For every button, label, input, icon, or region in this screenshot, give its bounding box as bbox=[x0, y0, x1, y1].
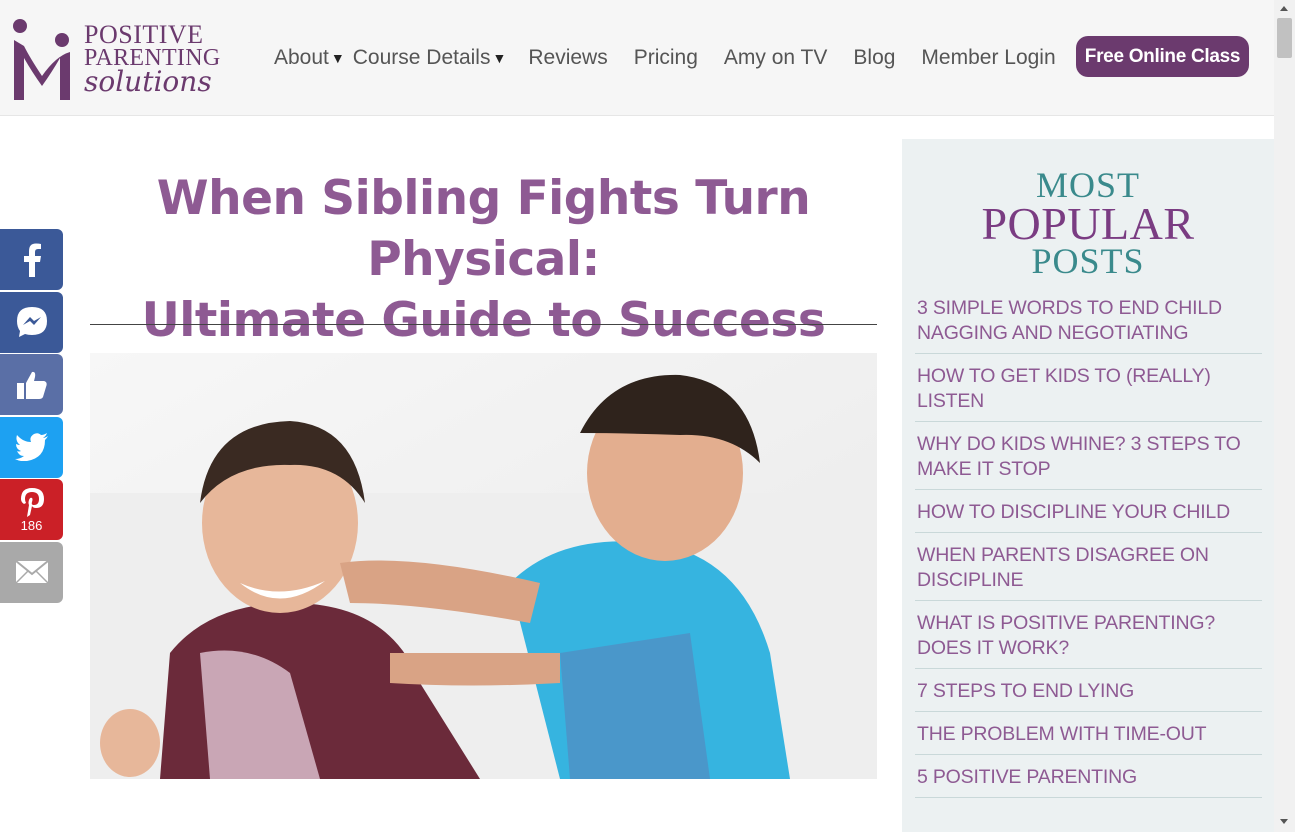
site-header: POSITIVE PARENTING solutions About ▼ Cou… bbox=[0, 0, 1274, 116]
scroll-up-arrow-icon[interactable] bbox=[1280, 6, 1288, 11]
hero-photo-illustration bbox=[90, 353, 877, 779]
post-title: HOW TO DISCIPLINE YOUR CHILD bbox=[917, 501, 1230, 523]
pinterest-icon bbox=[20, 487, 44, 517]
popular-post-link[interactable]: WHY DO KIDS WHINE? 3 STEPS TO MAKE IT ST… bbox=[915, 431, 1262, 490]
post-title: WHEN PARENTS DISAGREE ON DISCIPLINE bbox=[917, 544, 1209, 591]
post-title: HOW TO GET KIDS TO (REALLY) LISTEN bbox=[917, 365, 1211, 412]
article-hero-image bbox=[90, 353, 877, 779]
post-title: THE PROBLEM WITH TIME-OUT bbox=[917, 723, 1207, 745]
title-divider bbox=[90, 324, 877, 325]
popular-post-link[interactable]: WHEN PARENTS DISAGREE ON DISCIPLINE bbox=[915, 542, 1262, 601]
post-title: 3 SIMPLE WORDS TO END CHILD NAGGING AND … bbox=[917, 297, 1222, 344]
nav-label: Course Details bbox=[352, 46, 491, 69]
post-title: 7 STEPS TO END LYING bbox=[917, 680, 1135, 702]
thumbs-up-icon bbox=[16, 371, 47, 399]
article-body-start bbox=[90, 822, 877, 832]
nav-label: Reviews bbox=[528, 46, 608, 69]
heading-line-posts: POSTS bbox=[1031, 241, 1145, 281]
social-share-rail: 186 bbox=[0, 229, 63, 604]
most-popular-posts-heading: MOST POPULAR POSTS bbox=[902, 167, 1274, 279]
site-logo[interactable]: POSITIVE PARENTING solutions bbox=[10, 16, 220, 104]
popular-post-link[interactable]: WHAT IS POSITIVE PARENTING? DOES IT WORK… bbox=[915, 610, 1262, 669]
popular-posts-list: 3 SIMPLE WORDS TO END CHILD NAGGING AND … bbox=[915, 295, 1262, 807]
post-title: WHY DO KIDS WHINE? 3 STEPS TO MAKE IT ST… bbox=[917, 433, 1241, 480]
scroll-thumb[interactable] bbox=[1277, 18, 1292, 58]
nav-item-reviews[interactable]: Reviews bbox=[528, 46, 607, 70]
page: POSITIVE PARENTING solutions About ▼ Cou… bbox=[0, 0, 1295, 832]
nav-label: Amy on TV bbox=[723, 46, 828, 69]
sidebar-popular-posts: MOST POPULAR POSTS 3 SIMPLE WORDS TO END… bbox=[902, 139, 1274, 832]
free-online-class-button[interactable]: Free Online Class bbox=[1076, 36, 1249, 77]
popular-post-link[interactable]: 3 SIMPLE WORDS TO END CHILD NAGGING AND … bbox=[915, 295, 1262, 354]
like-button[interactable] bbox=[0, 354, 63, 415]
messenger-share-button[interactable] bbox=[0, 291, 63, 353]
pinterest-share-count: 186 bbox=[20, 517, 43, 533]
nav-item-blog[interactable]: Blog bbox=[853, 46, 895, 70]
popular-post-link[interactable]: THE PROBLEM WITH TIME-OUT bbox=[915, 721, 1262, 755]
nav-item-pricing[interactable]: Pricing bbox=[634, 46, 698, 70]
pinterest-share-button[interactable]: 186 bbox=[0, 479, 63, 540]
nav-label: About bbox=[274, 46, 329, 69]
nav-label: Blog bbox=[853, 46, 896, 69]
nav-item-amy-on-tv[interactable]: Amy on TV bbox=[724, 46, 827, 70]
email-icon bbox=[14, 560, 49, 584]
chevron-down-icon: ▼ bbox=[492, 50, 507, 66]
logo-wordmark: POSITIVE PARENTING solutions bbox=[84, 22, 221, 96]
popular-post-link[interactable]: HOW TO GET KIDS TO (REALLY) LISTEN bbox=[915, 363, 1262, 422]
post-title: 5 POSITIVE PARENTING bbox=[917, 766, 1137, 788]
article-title-line-2: Ultimate Guide to Success bbox=[141, 293, 826, 348]
messenger-icon bbox=[16, 307, 47, 337]
chevron-down-icon: ▼ bbox=[330, 50, 345, 66]
logo-line-3: solutions bbox=[84, 65, 212, 98]
popular-post-link[interactable]: 5 POSITIVE PARENTING bbox=[915, 764, 1262, 798]
nav-item-member-login[interactable]: Member Login bbox=[921, 46, 1055, 70]
logo-mark-icon bbox=[13, 19, 70, 100]
facebook-share-button[interactable] bbox=[0, 229, 63, 290]
nav-label: Member Login bbox=[921, 46, 1056, 69]
popular-post-link[interactable]: HOW TO DISCIPLINE YOUR CHILD bbox=[915, 499, 1262, 533]
post-title: WHAT IS POSITIVE PARENTING? DOES IT WORK… bbox=[917, 612, 1215, 659]
scroll-down-arrow-icon[interactable] bbox=[1280, 819, 1288, 824]
nav-item-course-details[interactable]: Course Details ▼ bbox=[353, 46, 507, 70]
facebook-icon bbox=[23, 243, 41, 277]
nav-label: Pricing bbox=[633, 46, 698, 69]
email-share-button[interactable] bbox=[0, 541, 63, 603]
page-scrollbar[interactable] bbox=[1274, 0, 1295, 832]
twitter-share-button[interactable] bbox=[0, 416, 63, 478]
nav-item-about[interactable]: About ▼ bbox=[274, 46, 345, 70]
main-nav: About ▼ Course Details ▼ Reviews Pricing… bbox=[274, 38, 1082, 78]
twitter-icon bbox=[14, 433, 48, 461]
article-title-line-1: When Sibling Fights Turn Physical: bbox=[156, 171, 811, 287]
popular-post-link[interactable]: 7 STEPS TO END LYING bbox=[915, 678, 1262, 712]
